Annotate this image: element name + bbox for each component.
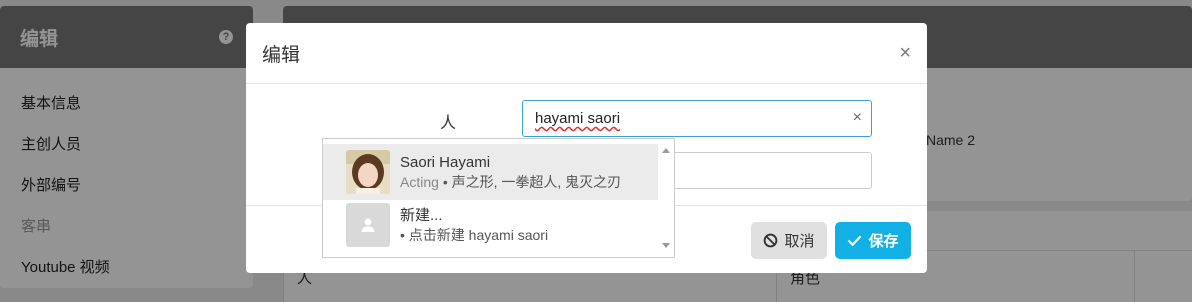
clear-icon[interactable]: ×: [853, 109, 862, 127]
scroll-down-icon[interactable]: [662, 243, 670, 248]
person-search-value: hayami saori: [535, 110, 621, 127]
suggestion-name: Saori Hayami: [400, 153, 491, 171]
cancel-label: 取消: [784, 233, 815, 250]
suggestion-create-new[interactable]: 新建... • 点击新建 hayami saori: [323, 197, 658, 253]
create-new-hint: • 点击新建 hayami saori: [400, 226, 549, 243]
save-label: 保存: [868, 233, 899, 250]
create-new-label: 新建...: [400, 206, 443, 224]
person-avatar: [346, 150, 390, 194]
scroll-up-icon[interactable]: [662, 148, 670, 153]
close-icon[interactable]: ×: [899, 43, 911, 63]
save-button[interactable]: 保存: [835, 222, 911, 259]
suggestion-saori-hayami[interactable]: Saori Hayami Acting • 声之形, 一拳超人, 鬼灭之刃: [323, 144, 658, 200]
person-field-label: 人: [440, 115, 457, 132]
cancel-button[interactable]: 取消: [751, 222, 827, 259]
autocomplete-dropdown: Saori Hayami Acting • 声之形, 一拳超人, 鬼灭之刃 新建…: [322, 138, 675, 258]
check-icon: [847, 234, 862, 247]
suggestion-details: Acting • 声之形, 一拳超人, 鬼灭之刃: [400, 173, 622, 190]
person-search-input[interactable]: hayami saori ×: [522, 100, 872, 137]
modal-header: 编辑 ×: [246, 23, 927, 84]
ban-icon: [763, 233, 778, 248]
modal-title: 编辑: [262, 44, 301, 66]
user-placeholder-icon: [346, 203, 390, 247]
dropdown-scrollbar[interactable]: [658, 139, 674, 257]
